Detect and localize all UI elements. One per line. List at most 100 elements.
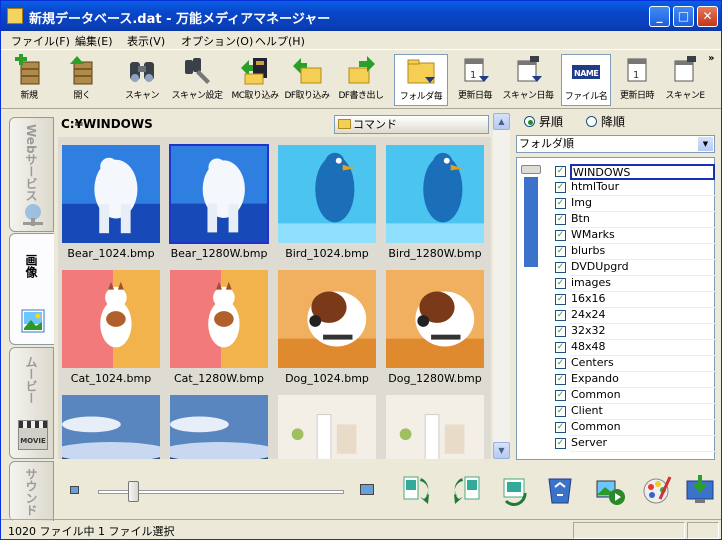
folder-tree-item[interactable]: ✓ blurbs <box>555 244 715 260</box>
color-palette-icon[interactable] <box>640 473 674 507</box>
sort-ascending-radio[interactable]: 昇順 <box>524 113 563 130</box>
rotate-right-icon[interactable] <box>398 473 432 507</box>
folder-tree-item[interactable]: ✓ Btn <box>555 212 715 228</box>
checkbox-checked-icon[interactable]: ✓ <box>555 246 566 257</box>
sort-by-scan-button[interactable]: スキャンE <box>663 54 707 106</box>
title-bar[interactable]: 新規データベース.dat - 万能メディアマネージャー _ □ ✕ <box>1 1 721 31</box>
checkbox-checked-icon[interactable]: ✓ <box>555 166 566 177</box>
thumbnail-image <box>385 144 485 244</box>
checkbox-checked-icon[interactable]: ✓ <box>555 262 566 273</box>
checkbox-checked-icon[interactable]: ✓ <box>555 422 566 433</box>
tools-icon <box>185 58 210 84</box>
rotate-180-icon[interactable] <box>498 473 532 507</box>
folder-tree-item[interactable]: ✓ Client <box>555 404 715 420</box>
tab-images[interactable]: 画像 <box>9 233 54 345</box>
zoom-slider-thumb[interactable] <box>128 481 139 502</box>
folder-tree-item[interactable]: ✓ images <box>555 276 715 292</box>
recycle-bin-icon[interactable] <box>543 473 577 507</box>
scroll-up-icon[interactable]: ▲ <box>493 113 510 130</box>
folder-tree-item[interactable]: ✓ 16x16 <box>555 292 715 308</box>
export-to-monitor-icon[interactable] <box>683 473 717 507</box>
folder-tree-item[interactable]: ✓ Centers <box>555 356 715 372</box>
folder-tree-item[interactable]: ✓ htmlTour <box>555 180 715 196</box>
picture-icon <box>21 309 45 333</box>
mc-import-button[interactable]: MC取り込み <box>229 54 281 106</box>
group-by-update-date-button[interactable]: 1 更新日毎 <box>449 54 501 106</box>
thumbnail-item[interactable]: Bird_1280W.bmp <box>382 139 488 263</box>
df-import-button[interactable]: DF取り込み <box>283 54 331 106</box>
tab-movies-label: ムービー <box>24 356 38 404</box>
new-button[interactable]: 新規 <box>6 54 52 106</box>
checkbox-checked-icon[interactable]: ✓ <box>555 214 566 225</box>
checkbox-checked-icon[interactable]: ✓ <box>555 390 566 401</box>
folder-tree-item[interactable]: ✓ Img <box>555 196 715 212</box>
checkbox-checked-icon[interactable]: ✓ <box>555 406 566 417</box>
thumbnail-item[interactable]: Bird_1024.bmp <box>274 139 380 263</box>
thumbnail-item[interactable]: Bear_1280W.bmp <box>166 139 272 263</box>
folder-name: Client <box>570 404 715 420</box>
thumbnail-item[interactable]: Bear_1024.bmp <box>58 139 164 263</box>
scroll-down-icon[interactable]: ▼ <box>493 442 510 459</box>
scan-button[interactable]: スキャン <box>117 54 167 106</box>
checkbox-checked-icon[interactable]: ✓ <box>555 310 566 321</box>
checkbox-checked-icon[interactable]: ✓ <box>555 326 566 337</box>
rotate-left-icon[interactable] <box>451 473 485 507</box>
checkbox-checked-icon[interactable]: ✓ <box>555 374 566 385</box>
grid-scrollbar[interactable]: ▲ ▼ <box>493 113 510 459</box>
group-by-folder-button[interactable]: フォルダ毎 <box>394 54 448 106</box>
thumbnail-item[interactable] <box>382 389 488 459</box>
scan-settings-button[interactable]: スキャン設定 <box>169 54 225 106</box>
tab-web-services-label: Webサービス <box>24 124 38 202</box>
df-export-button[interactable]: DF書き出し <box>335 54 387 106</box>
minimize-button[interactable]: _ <box>649 6 670 27</box>
tab-web-services[interactable]: Webサービス <box>9 117 54 232</box>
folder-tree-item[interactable]: ✓ Common <box>555 388 715 404</box>
folder-tree-item[interactable]: ✓ Server <box>555 436 715 452</box>
tab-movies[interactable]: ムービー MOVIE <box>9 347 54 459</box>
thumbnail-item[interactable]: Cat_1280W.bmp <box>166 264 272 388</box>
sort-order-select[interactable]: フォルダ順 ▼ <box>516 135 715 153</box>
menu-edit[interactable]: 編集(E) <box>75 33 113 49</box>
folder-tree-item[interactable]: ✓ 24x24 <box>555 308 715 324</box>
checkbox-checked-icon[interactable]: ✓ <box>555 278 566 289</box>
folder-tree-slider[interactable] <box>520 161 541 453</box>
folder-tree-item[interactable]: ✓ DVDUpgrd <box>555 260 715 276</box>
thumbnail-item[interactable]: Cat_1024.bmp <box>58 264 164 388</box>
checkbox-checked-icon[interactable]: ✓ <box>555 182 566 193</box>
toolbar-overflow-icon[interactable]: » <box>708 53 714 64</box>
menu-help[interactable]: ヘルプ(H) <box>255 33 305 49</box>
maximize-button[interactable]: □ <box>673 6 694 27</box>
checkbox-checked-icon[interactable]: ✓ <box>555 438 566 449</box>
close-button[interactable]: ✕ <box>697 6 718 27</box>
folder-tree-item[interactable]: ✓ WMarks <box>555 228 715 244</box>
folder-tree-item[interactable]: ✓ 32x32 <box>555 324 715 340</box>
slider-knob[interactable] <box>521 165 541 174</box>
folder-tree-item[interactable]: ✓ Common <box>555 420 715 436</box>
group-by-scan-date-button[interactable]: スキャン日毎 <box>501 54 555 106</box>
checkbox-checked-icon[interactable]: ✓ <box>555 358 566 369</box>
sort-by-filename-button[interactable]: NAME ファイル名 <box>561 54 611 106</box>
sort-by-update-datetime-button[interactable]: 1 更新日時 <box>613 54 661 106</box>
slideshow-icon[interactable] <box>593 473 627 507</box>
folder-name: Btn <box>570 212 715 228</box>
folder-tree-item[interactable]: ✓ WINDOWS <box>555 164 715 180</box>
thumbnail-item[interactable] <box>58 389 164 459</box>
folder-tree-item[interactable]: ✓ 48x48 <box>555 340 715 356</box>
checkbox-checked-icon[interactable]: ✓ <box>555 198 566 209</box>
thumbnail-item[interactable]: Dog_1024.bmp <box>274 264 380 388</box>
thumbnail-item[interactable] <box>166 389 272 459</box>
thumbnail-filename: Dog_1280W.bmp <box>388 372 482 385</box>
menu-view[interactable]: 表示(V) <box>127 33 165 49</box>
command-button[interactable]: コマンド <box>334 115 489 134</box>
folder-tree-item[interactable]: ✓ Expando <box>555 372 715 388</box>
checkbox-checked-icon[interactable]: ✓ <box>555 342 566 353</box>
menu-file[interactable]: ファイル(F) <box>11 33 70 49</box>
thumbnail-item[interactable]: Dog_1280W.bmp <box>382 264 488 388</box>
sort-descending-radio[interactable]: 降順 <box>586 113 625 130</box>
menu-options[interactable]: オプション(O) <box>181 33 253 49</box>
thumbnail-item[interactable] <box>274 389 380 459</box>
checkbox-checked-icon[interactable]: ✓ <box>555 230 566 241</box>
checkbox-checked-icon[interactable]: ✓ <box>555 294 566 305</box>
tab-sound[interactable]: サウンド <box>9 461 54 521</box>
open-button[interactable]: 開く <box>59 54 105 106</box>
